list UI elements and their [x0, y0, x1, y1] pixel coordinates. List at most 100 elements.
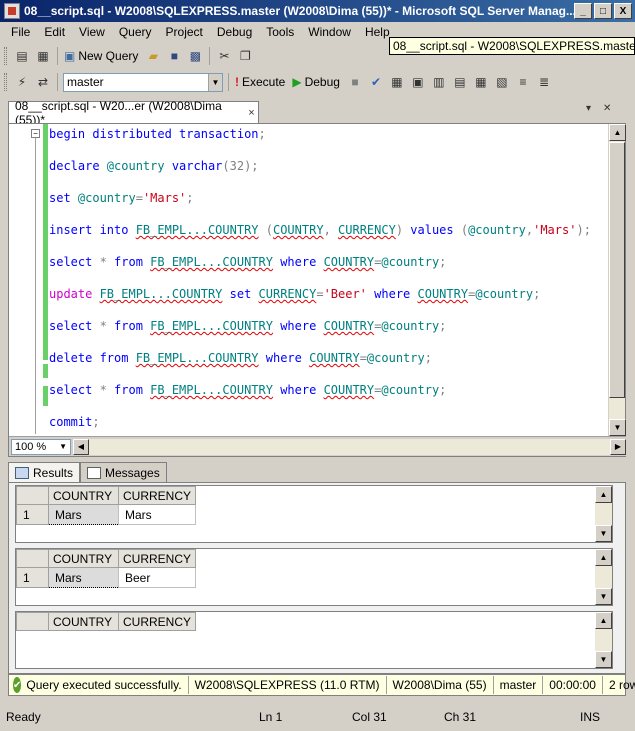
code-token: declare — [49, 159, 107, 173]
menu-debug[interactable]: Debug — [210, 25, 259, 39]
uncomment-icon[interactable]: ≣ — [535, 73, 553, 91]
close-button[interactable]: X — [614, 3, 632, 19]
code-line[interactable]: select * from FB_EMPL...COUNTRY where CO… — [49, 316, 591, 348]
status-server: W2008\SQLEXPRESS (11.0 RTM) — [187, 676, 386, 694]
code-token: * — [99, 255, 115, 269]
code-token: select — [49, 255, 100, 269]
code-line[interactable]: delete from FB_EMPL...COUNTRY where COUN… — [49, 348, 591, 380]
column-header[interactable]: COUNTRY — [48, 612, 119, 631]
results-to-file-icon[interactable]: ▧ — [493, 73, 511, 91]
add-item-icon[interactable]: ▦ — [34, 47, 52, 65]
menu-window[interactable]: Window — [301, 25, 358, 39]
scroll-up-icon[interactable]: ▲ — [595, 549, 612, 566]
new-project-icon[interactable]: ▤ — [13, 47, 31, 65]
scroll-left-icon[interactable]: ◀ — [73, 438, 89, 455]
column-header[interactable]: COUNTRY — [48, 549, 119, 568]
scroll-right-icon[interactable]: ▶ — [610, 438, 626, 455]
table-cell[interactable]: Mars — [48, 567, 119, 588]
tab-dropdown-icon[interactable]: ▾ — [586, 103, 591, 114]
toolbar-grip[interactable] — [4, 73, 7, 91]
query-editor[interactable]: − begin distributed transaction; declare … — [8, 123, 626, 457]
table-cell[interactable]: Mars — [48, 504, 119, 525]
close-icon[interactable]: × — [245, 106, 258, 120]
connect-icon[interactable]: ⚡ — [13, 73, 31, 91]
tab-messages[interactable]: Messages — [80, 462, 167, 483]
zoom-select[interactable]: 100 % ▼ — [11, 438, 71, 455]
query-designer-icon[interactable]: ▣ — [409, 73, 427, 91]
code-line[interactable]: set @country='Mars'; — [49, 188, 591, 220]
grid-scrollbar[interactable]: ▲ ▼ — [595, 549, 612, 605]
cut-icon[interactable]: ✂ — [215, 47, 233, 65]
code-line[interactable]: select * from FB_EMPL...COUNTRY where CO… — [49, 252, 591, 284]
result-grid[interactable]: COUNTRY CURRENCY ▲ ▼ — [15, 611, 613, 669]
results-to-text-icon[interactable]: ▤ — [451, 73, 469, 91]
save-all-icon[interactable]: ▩ — [186, 47, 204, 65]
code-token: select — [49, 383, 100, 397]
zoom-value: 100 % — [15, 440, 47, 453]
row-number[interactable]: 1 — [16, 567, 49, 588]
result-grid[interactable]: COUNTRY CURRENCY 1 Mars Beer ▲ ▼ — [15, 548, 613, 606]
scroll-down-icon[interactable]: ▼ — [595, 588, 612, 605]
debug-label: Debug — [304, 75, 340, 89]
status-elapsed: 00:00:00 — [542, 676, 602, 694]
code-line[interactable]: select * from FB_EMPL...COUNTRY where CO… — [49, 380, 591, 412]
toolbar-separator — [57, 73, 58, 91]
menu-project[interactable]: Project — [159, 25, 210, 39]
table-cell[interactable]: Mars — [117, 504, 197, 525]
column-header[interactable]: CURRENCY — [117, 486, 197, 505]
menu-tools[interactable]: Tools — [259, 25, 301, 39]
column-header[interactable]: CURRENCY — [117, 612, 197, 631]
code-token: commit — [49, 415, 93, 429]
comment-icon[interactable]: ≡ — [514, 73, 532, 91]
grid-scrollbar[interactable]: ▲ ▼ — [595, 486, 612, 542]
code-line[interactable]: begin distributed transaction; — [49, 124, 591, 156]
execute-button[interactable]: ! Execute — [235, 75, 285, 89]
stop-icon[interactable]: ■ — [346, 73, 364, 91]
menu-view[interactable]: View — [72, 25, 112, 39]
parse-check-icon[interactable]: ✔ — [367, 73, 385, 91]
column-header[interactable]: COUNTRY — [48, 486, 119, 505]
scroll-up-icon[interactable]: ▲ — [609, 124, 626, 141]
editor-vertical-scrollbar[interactable]: ▲ ▼ — [608, 124, 626, 436]
code-line[interactable]: declare @country varchar(32); — [49, 156, 591, 188]
code-line[interactable]: update FB_EMPL...COUNTRY set CURRENCY='B… — [49, 284, 591, 316]
estimated-plan-icon[interactable]: ▦ — [388, 73, 406, 91]
collapse-toggle-icon[interactable]: − — [31, 129, 40, 138]
scroll-up-icon[interactable]: ▲ — [595, 612, 612, 629]
editor-horizontal-scrollbar[interactable]: ◀ ▶ — [73, 438, 626, 455]
grid-scrollbar[interactable]: ▲ ▼ — [595, 612, 612, 668]
result-grid[interactable]: COUNTRY CURRENCY 1 Mars Mars ▲ ▼ — [15, 485, 613, 543]
code-token: from — [99, 351, 136, 365]
database-select[interactable]: master ▼ — [63, 72, 223, 92]
maximize-button[interactable]: □ — [594, 3, 612, 19]
debug-button[interactable]: ▶ Debug — [292, 75, 340, 89]
scroll-down-icon[interactable]: ▼ — [595, 525, 612, 542]
menu-file[interactable]: File — [4, 25, 37, 39]
menu-query[interactable]: Query — [112, 25, 159, 39]
code-line[interactable]: insert into FB_EMPL...COUNTRY (COUNTRY, … — [49, 220, 591, 252]
copy-icon[interactable]: ❐ — [236, 47, 254, 65]
row-number[interactable]: 1 — [16, 504, 49, 525]
menu-edit[interactable]: Edit — [37, 25, 72, 39]
tab-results[interactable]: Results — [8, 462, 81, 483]
save-icon[interactable]: ■ — [165, 47, 183, 65]
column-header[interactable]: CURRENCY — [117, 549, 197, 568]
tab-close-all-icon[interactable]: ✕ — [603, 103, 611, 114]
toolbar-grip[interactable] — [4, 47, 7, 65]
scroll-up-icon[interactable]: ▲ — [595, 486, 612, 503]
change-connection-icon[interactable]: ⇄ — [34, 73, 52, 91]
table-cell[interactable]: Beer — [117, 567, 197, 588]
open-file-icon[interactable]: ▰ — [144, 47, 162, 65]
tab-script[interactable]: 08__script.sql - W20...er (W2008\Dima (5… — [8, 99, 259, 127]
minimize-button[interactable]: _ — [574, 3, 592, 19]
code-token: from — [114, 255, 151, 269]
scroll-down-icon[interactable]: ▼ — [595, 651, 612, 668]
intellisense-icon[interactable]: ▥ — [430, 73, 448, 91]
results-to-grid-icon[interactable]: ▦ — [472, 73, 490, 91]
scroll-down-icon[interactable]: ▼ — [609, 419, 626, 436]
scroll-thumb[interactable] — [609, 142, 625, 398]
new-query-button[interactable]: ▣ New Query — [64, 49, 138, 63]
change-bar — [43, 364, 48, 378]
code-area[interactable]: begin distributed transaction; declare @c… — [49, 124, 591, 444]
code-token: FB_EMPL...COUNTRY — [150, 383, 273, 397]
